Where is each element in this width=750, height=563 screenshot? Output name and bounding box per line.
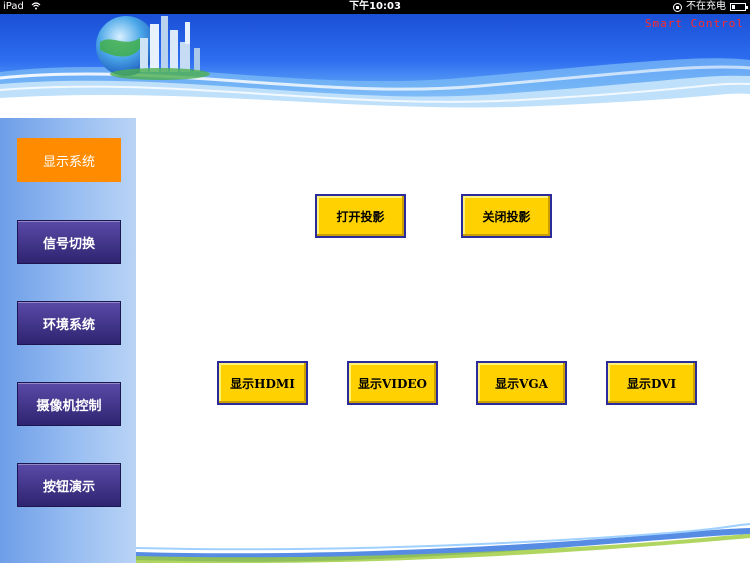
main-panel: 打开投影 关闭投影 显示HDMI 显示VIDEO 显示VGA 显示DVI <box>136 118 750 563</box>
nav-label: 信号切换 <box>42 236 95 252</box>
nav-label: 显示系统 <box>42 154 95 170</box>
display-vga-button[interactable]: 显示VGA <box>476 361 567 405</box>
button-label: 显示HDMI <box>230 376 295 391</box>
nav-environment-system[interactable]: 环境系统 <box>17 301 121 345</box>
header-wave-graphic <box>0 16 750 118</box>
nav-label: 按钮演示 <box>42 479 95 495</box>
display-hdmi-button[interactable]: 显示HDMI <box>217 361 308 405</box>
nav-label: 环境系统 <box>42 317 95 333</box>
charging-status: 不在充电 <box>686 1 726 12</box>
footer-wave-graphic <box>136 523 750 563</box>
button-label: 显示VGA <box>495 376 548 391</box>
button-label: 打开投影 <box>336 209 385 224</box>
battery-icon <box>730 3 748 11</box>
nav-display-system[interactable]: 显示系统 <box>17 138 121 182</box>
nav-label: 摄像机控制 <box>36 398 102 414</box>
status-right: 不在充电 <box>673 0 748 14</box>
nav-button-demo[interactable]: 按钮演示 <box>17 463 121 507</box>
projector-off-button[interactable]: 关闭投影 <box>461 194 552 238</box>
nav-camera-control[interactable]: 摄像机控制 <box>17 382 121 426</box>
status-time: 下午10:03 <box>349 1 401 12</box>
display-video-button[interactable]: 显示VIDEO <box>347 361 438 405</box>
header-banner: Smart Control <box>0 14 750 118</box>
nav-signal-switch[interactable]: 信号切换 <box>17 220 121 264</box>
sidebar: 显示系统 信号切换 环境系统 摄像机控制 按钮演示 <box>0 118 136 563</box>
button-label: 显示DVI <box>626 376 677 391</box>
brand-label: Smart Control <box>644 17 744 30</box>
display-dvi-button[interactable]: 显示DVI <box>606 361 697 405</box>
button-label: 显示VIDEO <box>358 376 427 391</box>
projector-on-button[interactable]: 打开投影 <box>315 194 406 238</box>
rotation-lock-icon <box>673 2 682 12</box>
button-label: 关闭投影 <box>482 209 531 224</box>
status-bar: iPad 下午10:03 不在充电 <box>0 0 750 14</box>
